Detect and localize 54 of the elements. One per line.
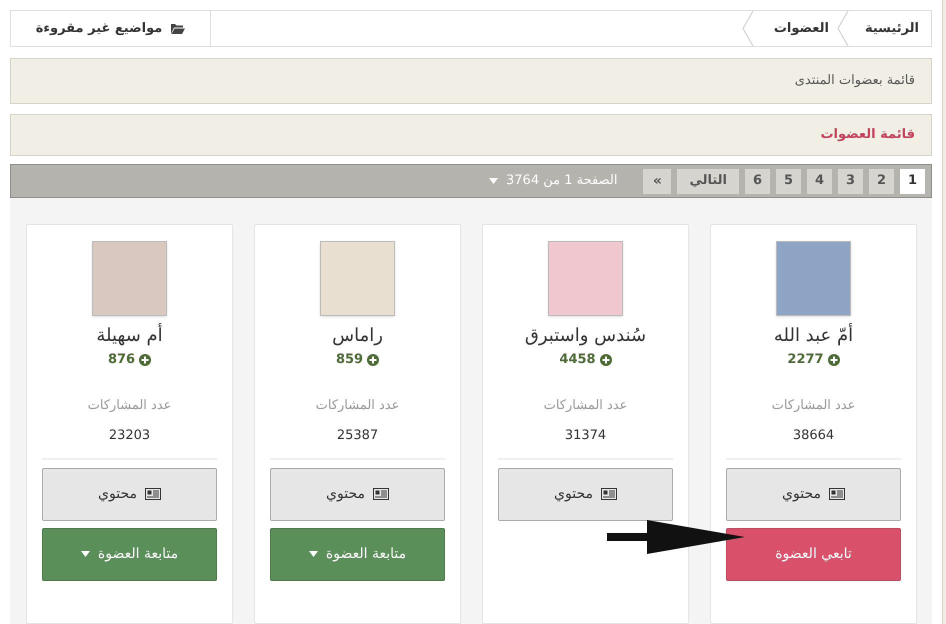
content-button[interactable]: محتوي bbox=[270, 468, 445, 520]
newspaper-icon bbox=[600, 488, 617, 500]
caret-icon bbox=[80, 551, 90, 557]
posts-count: 31374 bbox=[564, 427, 606, 445]
plus-circle-icon bbox=[600, 354, 612, 366]
member-name[interactable]: أمّ عبد الله bbox=[774, 324, 854, 348]
posts-count: 38664 bbox=[792, 427, 834, 445]
unread-topics-link[interactable]: مواضيع غير مقروءة bbox=[11, 11, 211, 46]
page-button[interactable]: 4 bbox=[807, 168, 832, 194]
points-count: 4458 bbox=[559, 351, 596, 369]
section-title: قائمة العضوات bbox=[820, 126, 915, 144]
member-name[interactable]: سُندس واستبرق bbox=[524, 324, 646, 348]
breadcrumb-separator bbox=[836, 11, 849, 46]
posts-label: عدد المشاركات bbox=[88, 396, 172, 414]
caret-icon bbox=[489, 178, 498, 184]
content-button[interactable]: محتوي bbox=[42, 468, 217, 520]
points-count: 2277 bbox=[787, 351, 824, 369]
plus-circle-icon bbox=[367, 354, 380, 366]
content-button[interactable]: محتوي bbox=[498, 468, 673, 520]
breadcrumb-separator bbox=[742, 11, 754, 46]
last-page-button[interactable]: » bbox=[643, 168, 672, 194]
page-button[interactable]: 2 bbox=[869, 168, 894, 194]
avatar-placeholder[interactable] bbox=[548, 241, 623, 316]
posts-count: 23203 bbox=[108, 427, 150, 445]
plus-circle-icon bbox=[828, 354, 840, 366]
next-page-button[interactable]: التالي bbox=[677, 168, 739, 194]
posts-label: عدد المشاركات bbox=[772, 396, 856, 414]
page-button[interactable]: 3 bbox=[838, 168, 863, 194]
avatar-placeholder[interactable] bbox=[92, 241, 167, 316]
folder-icon bbox=[170, 22, 186, 34]
newspaper-icon bbox=[144, 488, 161, 500]
following-button[interactable]: متابعة العضوة bbox=[42, 528, 217, 580]
posts-label: عدد المشاركات bbox=[316, 396, 400, 414]
posts-label: عدد المشاركات bbox=[544, 396, 628, 414]
page-button[interactable]: 1 bbox=[900, 168, 925, 194]
newspaper-icon bbox=[828, 488, 845, 500]
follow-button[interactable]: تابعي العضوة bbox=[726, 528, 901, 580]
page-button[interactable]: 6 bbox=[745, 168, 770, 194]
points-count: 859 bbox=[336, 351, 364, 369]
avatar-placeholder[interactable] bbox=[776, 241, 851, 316]
newspaper-icon bbox=[372, 488, 389, 500]
description-text: قائمة بعضوات المنتدى bbox=[794, 72, 915, 90]
breadcrumb-link[interactable]: الرئيسية bbox=[848, 11, 931, 46]
page-button[interactable]: 5 bbox=[776, 168, 801, 194]
posts-count: 25387 bbox=[336, 427, 378, 445]
avatar-placeholder[interactable] bbox=[320, 241, 395, 316]
member-name[interactable]: راماس bbox=[332, 324, 383, 348]
caret-icon bbox=[308, 551, 318, 557]
breadcrumb-link[interactable]: العضوات bbox=[754, 11, 837, 46]
points-count: 876 bbox=[108, 351, 136, 369]
content-button[interactable]: محتوي bbox=[726, 468, 901, 520]
member-name[interactable]: أم سهيلة bbox=[96, 324, 163, 348]
plus-circle-icon bbox=[139, 354, 152, 366]
following-button[interactable]: متابعة العضوة bbox=[270, 528, 445, 580]
